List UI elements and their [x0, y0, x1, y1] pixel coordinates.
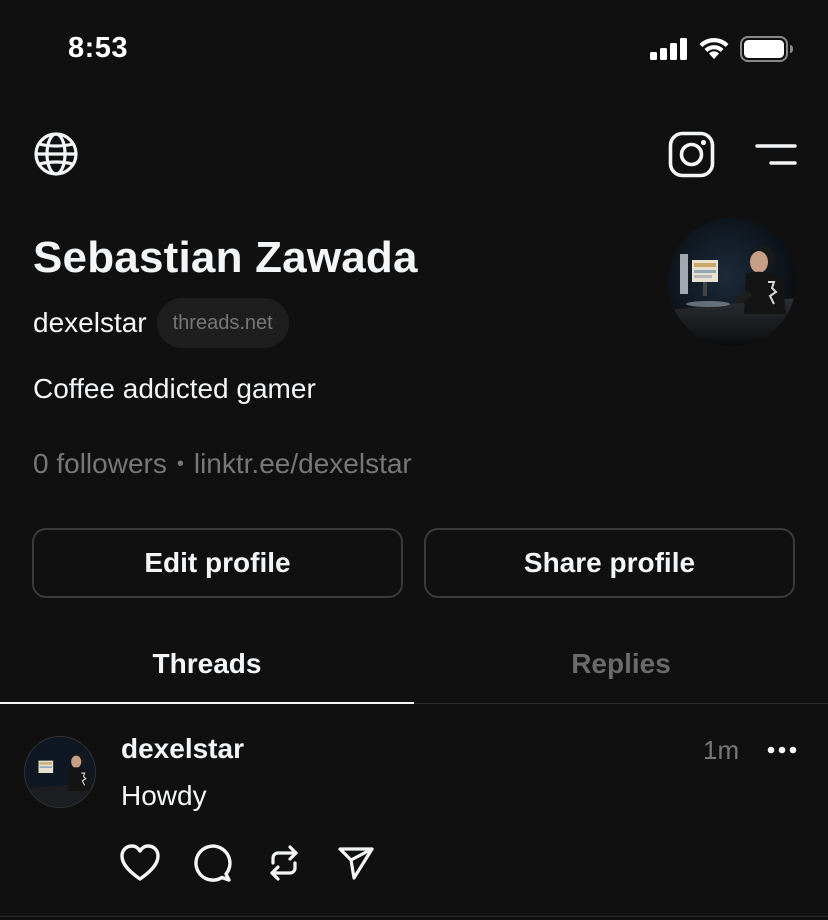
profile-link[interactable]: linktr.ee/dexelstar	[194, 448, 412, 480]
globe-icon[interactable]	[33, 131, 79, 177]
profile-bio: Coffee addicted gamer	[33, 373, 316, 404]
more-options-icon[interactable]	[766, 738, 798, 762]
comment-icon	[194, 844, 232, 882]
tab-replies[interactable]: Replies	[414, 640, 828, 704]
signal-icon	[650, 38, 687, 60]
wifi-icon	[699, 37, 729, 59]
like-button[interactable]	[119, 842, 161, 884]
post-timestamp: 1m	[703, 735, 740, 765]
send-icon	[338, 847, 374, 880]
repost-button[interactable]	[263, 842, 305, 884]
post-avatar[interactable]	[24, 736, 96, 808]
post-username[interactable]: dexelstar	[121, 733, 244, 765]
heart-icon	[120, 844, 160, 881]
profile-handle: dexelstar	[33, 307, 147, 338]
followers-count[interactable]: 0 followers	[33, 448, 167, 480]
handle-row: dexelstar threads.net	[33, 298, 289, 348]
repost-icon	[270, 845, 298, 881]
meta-separator: •	[176, 452, 184, 475]
comment-button[interactable]	[191, 842, 233, 884]
profile-avatar[interactable]	[668, 218, 796, 346]
battery-icon	[740, 36, 793, 62]
profile-name: Sebastian Zawada	[33, 233, 418, 282]
status-icons	[650, 36, 794, 62]
share-profile-button[interactable]: Share profile	[424, 528, 795, 598]
domain-badge[interactable]: threads.net	[156, 298, 289, 348]
instagram-icon[interactable]	[668, 131, 715, 178]
post-text: Howdy	[121, 780, 207, 811]
profile-screen: 8:53 Sebastian Zawada dexelstar threads.…	[0, 0, 828, 920]
menu-icon[interactable]	[755, 142, 797, 168]
share-button[interactable]	[335, 842, 377, 884]
edit-profile-button[interactable]: Edit profile	[32, 528, 403, 598]
status-time: 8:53	[68, 32, 129, 64]
post-actions	[119, 842, 377, 884]
profile-meta: 0 followers • linktr.ee/dexelstar	[33, 448, 412, 480]
post-divider	[0, 916, 828, 917]
tab-threads[interactable]: Threads	[0, 640, 414, 704]
